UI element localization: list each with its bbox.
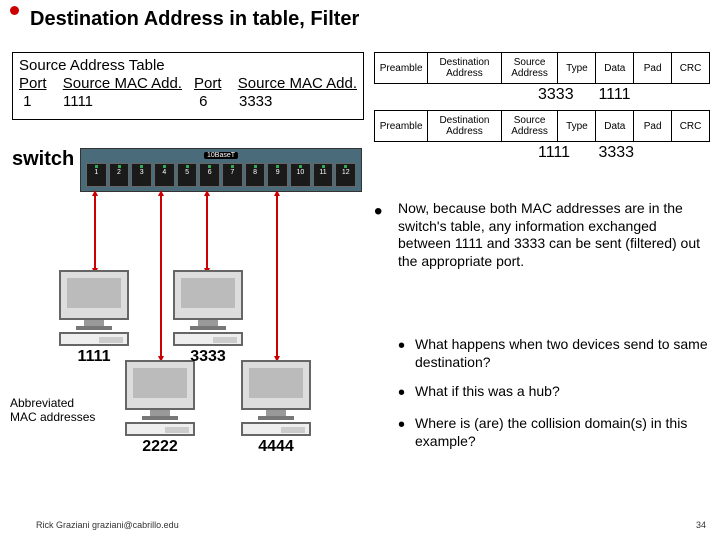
computer-4444: 4444 [228, 360, 324, 456]
bullet-1: Now, because both MAC addresses are in t… [398, 200, 710, 270]
fh2-pad: Pad [634, 111, 672, 142]
computer-1111: 1111 [46, 270, 142, 366]
frame1-da: 3333 [538, 86, 586, 104]
frame2-sa: 3333 [598, 144, 634, 162]
slide-number: 34 [696, 520, 706, 530]
fh-type: Type [558, 53, 596, 84]
sat-mac2: 3333 [239, 93, 272, 111]
title-bullet [10, 6, 19, 15]
cable-port6 [206, 194, 208, 270]
fh-sa: Source Address [501, 53, 558, 84]
bullet-4: • Where is (are) the collision domain(s)… [398, 415, 710, 450]
frame2-values: 1111 3333 [374, 144, 710, 162]
port-3: 3 [131, 163, 152, 187]
source-address-table: Source Address Table Port Source MAC Add… [12, 52, 364, 120]
slide-title: Destination Address in table, Filter [30, 8, 359, 31]
sat-port2: 6 [195, 93, 239, 111]
sat-col-mac1: Source MAC Add. [63, 75, 194, 93]
fh2-sa: Source Address [501, 111, 558, 142]
switch-ports: 1 2 3 4 5 6 7 8 9 10 11 12 [85, 163, 357, 187]
sat-port1: 1 [19, 93, 63, 111]
sat-data-row: 1 1111 6 3333 [19, 93, 357, 111]
frame-2: Preamble Destination Address Source Addr… [374, 110, 710, 142]
sat-col-mac2: Source MAC Add. [238, 75, 357, 93]
fh2-da: Destination Address [428, 111, 501, 142]
port-6: 6 [199, 163, 220, 187]
fh-data: Data [596, 53, 634, 84]
port-4: 4 [154, 163, 175, 187]
frame1-values: 3333 1111 [374, 86, 710, 104]
ethernet-frames: Preamble Destination Address Source Addr… [374, 52, 710, 162]
port-2: 2 [109, 163, 130, 187]
sat-heading: Source Address Table [19, 57, 357, 75]
pc4-label: 4444 [228, 438, 324, 456]
network-switch: 10BaseT 1 2 3 4 5 6 7 8 9 10 11 12 [80, 148, 362, 192]
port-12: 12 [335, 163, 356, 187]
sat-col-port2: Port [194, 75, 238, 93]
sat-columns: Port Source MAC Add. Port Source MAC Add… [19, 75, 357, 93]
computer-3333: 3333 [160, 270, 256, 366]
computer-2222: 2222 [112, 360, 208, 456]
bullet-4-text: Where is (are) the collision domain(s) i… [415, 415, 710, 450]
fh-da: Destination Address [428, 53, 501, 84]
bullet-dot-icon: • [398, 415, 405, 450]
port-10: 10 [290, 163, 311, 187]
bullet-3: • What if this was a hub? [398, 383, 710, 403]
switch-label: switch [12, 148, 74, 171]
cable-port1 [94, 194, 96, 270]
sat-col-port1: Port [19, 75, 63, 93]
switch-badge: 10BaseT [204, 152, 238, 159]
port-9: 9 [267, 163, 288, 187]
pc2-label: 2222 [112, 438, 208, 456]
footer-author: Rick Graziani graziani@cabrillo.edu [36, 520, 179, 530]
fh2-data: Data [596, 111, 634, 142]
abbr-note: Abbreviated MAC addresses [10, 396, 100, 425]
port-7: 7 [222, 163, 243, 187]
fh2-crc: CRC [672, 111, 710, 142]
bullet-dot-icon: • [398, 383, 405, 403]
port-8: 8 [245, 163, 266, 187]
bullet-dot-icon: • [398, 336, 405, 371]
frame-1: Preamble Destination Address Source Addr… [374, 52, 710, 84]
port-1: 1 [86, 163, 107, 187]
bullet-dot-main: • [374, 198, 382, 226]
body-text: Now, because both MAC addresses are in t… [398, 200, 710, 462]
sat-mac1: 1111 [63, 93, 195, 111]
fh-crc: CRC [672, 53, 710, 84]
bullet-3-text: What if this was a hub? [415, 383, 560, 403]
cable-port9 [276, 194, 278, 358]
port-11: 11 [313, 163, 334, 187]
fh-pad: Pad [634, 53, 672, 84]
port-5: 5 [177, 163, 198, 187]
bullet-2: • What happens when two devices send to … [398, 336, 710, 371]
fh2-type: Type [558, 111, 596, 142]
frame1-sa: 1111 [598, 86, 630, 104]
frame2-da: 1111 [538, 144, 586, 162]
fh-preamble: Preamble [375, 53, 428, 84]
bullet-1-text: Now, because both MAC addresses are in t… [398, 200, 710, 270]
fh2-preamble: Preamble [375, 111, 428, 142]
bullet-2-text: What happens when two devices send to sa… [415, 336, 710, 371]
